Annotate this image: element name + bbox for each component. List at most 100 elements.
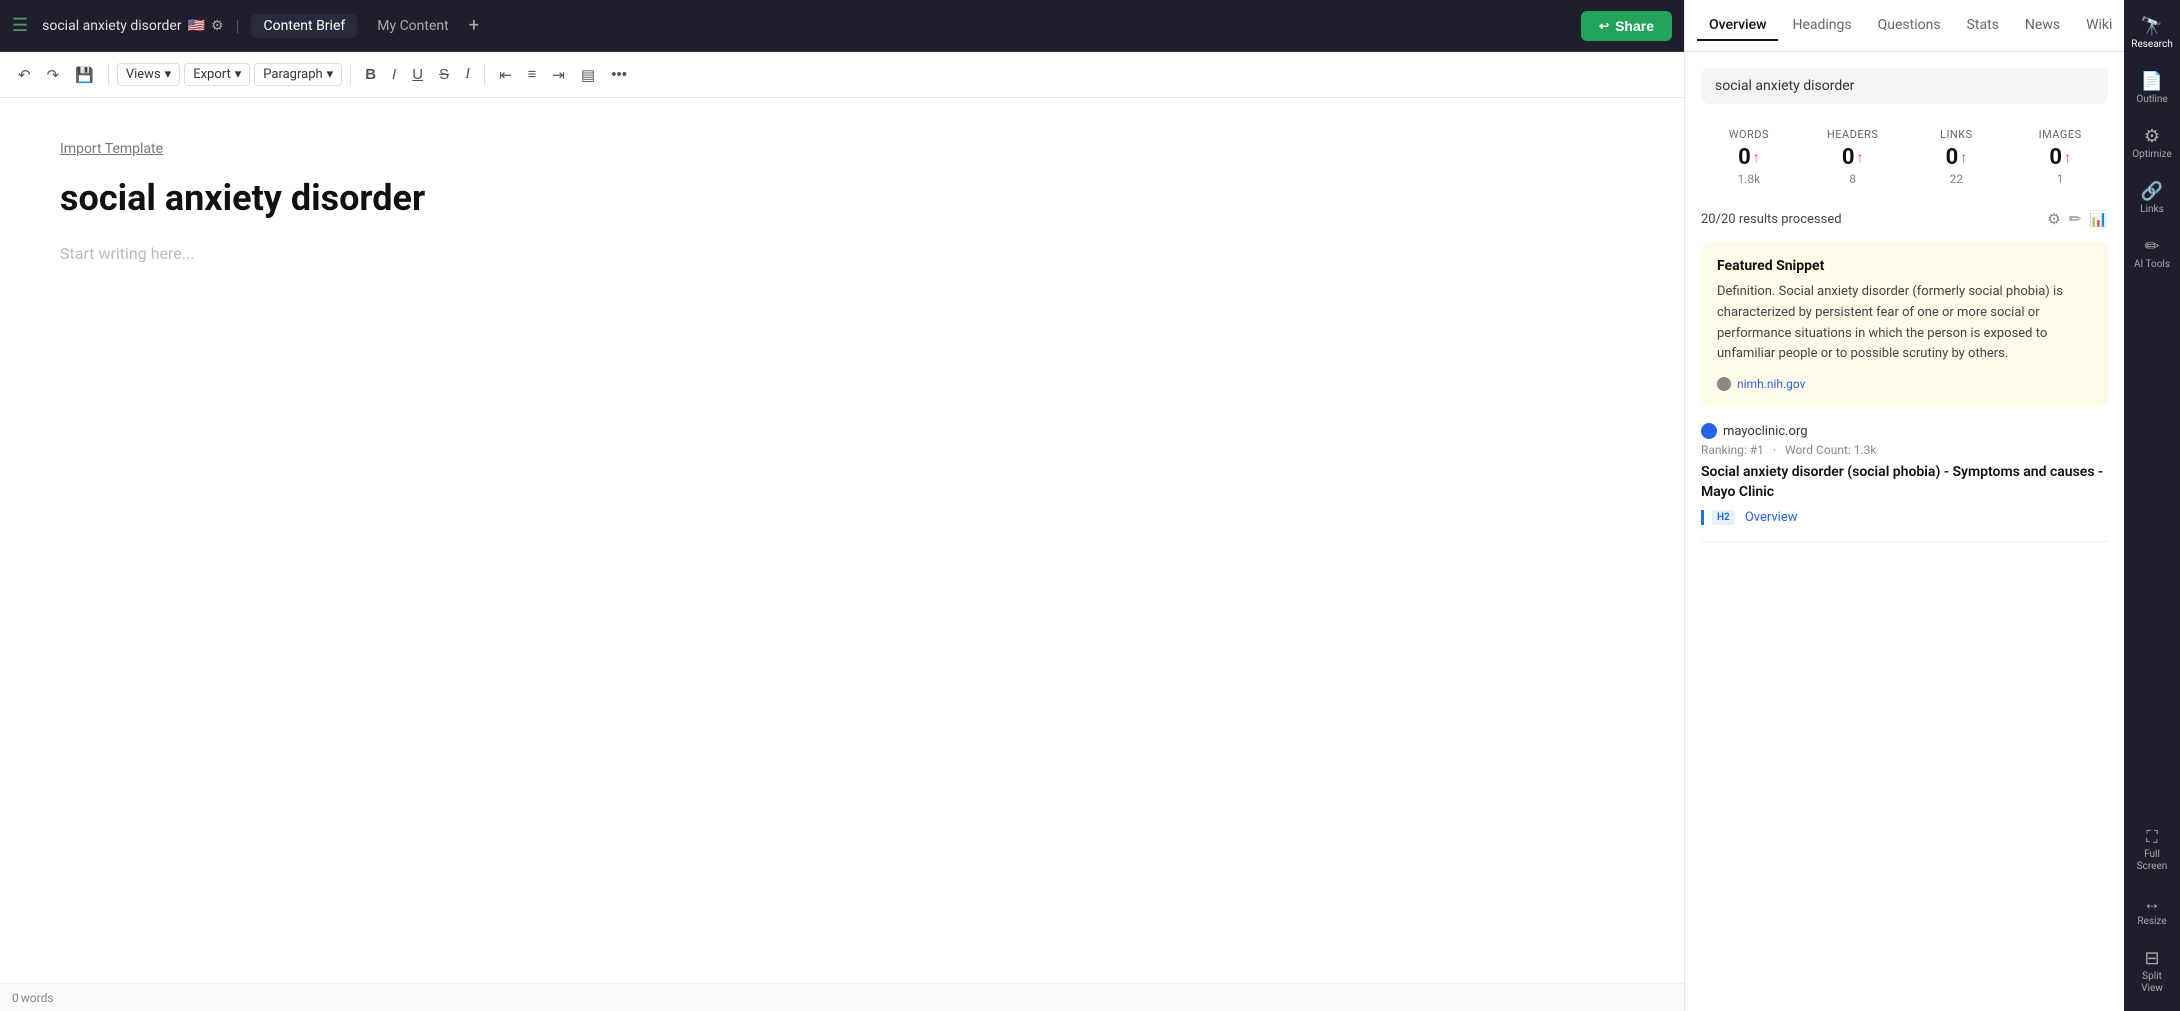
stat-images-value: 0 ↑ [2020,145,2100,170]
stat-words-arrow: ↑ [1753,149,1760,166]
stat-words: WORDS 0 ↑ 1.8k [1701,120,1797,194]
snippet-title: Featured Snippet [1717,258,2092,274]
add-tab-button[interactable]: + [469,15,479,36]
h2-badge: H2 [1712,510,1735,525]
tab-overview[interactable]: Overview [1697,11,1778,41]
italic-button[interactable]: I [386,62,402,87]
hamburger-icon[interactable]: ☰ [12,15,28,36]
import-template-link[interactable]: Import Template [60,141,163,157]
document-heading: social anxiety disorder [60,177,1624,220]
paragraph-select[interactable]: Views ▾ [117,63,180,86]
stat-headers-arrow: ↑ [1856,149,1863,166]
snippet-domain: nimh.nih.gov [1737,377,1805,391]
share-icon: ↩ [1599,19,1609,33]
redo-button[interactable]: ↷ [41,62,66,88]
stat-images-arrow: ↑ [2064,149,2071,166]
tab-wiki[interactable]: Wiki [2074,11,2124,41]
sidebar-fullscreen-label: Full Screen [2131,849,2173,873]
toolbar-separator-1 [108,65,109,85]
tab-headings[interactable]: Headings [1780,11,1863,41]
sidebar-item-optimize[interactable]: ⚙ Optimize [2127,118,2177,169]
stat-headers: HEADERS 0 ↑ 8 [1805,120,1901,194]
sidebar-resize-label: Resize [2137,916,2166,928]
export-select[interactable]: Export ▾ [184,63,250,86]
result-word-count: Word Count: 1.3k [1785,443,1876,457]
results-edit-icon[interactable]: ✏ [2069,210,2082,228]
result-title: Social anxiety disorder (social phobia) … [1701,463,2108,502]
results-chart-icon[interactable]: 📊 [2089,210,2108,228]
save-button[interactable]: 💾 [69,62,100,88]
stats-row: WORDS 0 ↑ 1.8k HEADERS 0 ↑ 8 LIN [1701,120,2108,194]
align-justify-button[interactable]: ▤ [575,62,601,88]
editor-status-bar: 0 words [0,983,1684,1011]
result-source: mayoclinic.org [1701,423,2108,439]
paragraph-select-format[interactable]: Paragraph ▾ [254,63,342,86]
research-search-bar[interactable]: social anxiety disorder [1701,68,2108,104]
result-meta: Ranking: #1 · Word Count: 1.3k [1701,443,2108,457]
app-container: ☰ social anxiety disorder 🇺🇸 ⚙ | Content… [0,0,2180,1011]
tab-content-brief[interactable]: Content Brief [251,14,357,38]
sidebar-item-fullscreen[interactable]: ⛶ Full Screen [2127,819,2177,881]
resize-icon: ↔ [2143,893,2161,914]
panel-content: social anxiety disorder WORDS 0 ↑ 1.8k H… [1685,52,2124,1011]
more-options-button[interactable]: ••• [605,62,633,87]
results-icons: ⚙ ✏ 📊 [2047,210,2108,228]
tab-questions[interactable]: Questions [1866,11,1953,41]
snippet-source[interactable]: nimh.nih.gov [1717,377,2092,391]
sidebar-item-outline[interactable]: 📄 Outline [2127,63,2177,114]
result-ranking: Ranking: #1 [1701,443,1764,457]
result-link[interactable]: H2 Overview [1712,510,2108,525]
sidebar-item-ai-tools[interactable]: ✏ AI Tools [2127,228,2177,279]
split-view-icon: ⊟ [2144,948,2159,969]
share-button[interactable]: ↩ Share [1581,11,1672,41]
align-center-button[interactable]: ≡ [522,62,543,87]
stat-images: IMAGES 0 ↑ 1 [2012,120,2108,194]
editor-content[interactable]: Import Template social anxiety disorder … [0,98,1684,983]
ai-tools-icon: ✏ [2144,236,2159,257]
result-domain: mayoclinic.org [1723,424,1808,439]
stat-words-label: WORDS [1709,128,1789,141]
sidebar-ai-label: AI Tools [2134,259,2170,271]
tab-divider: | [236,16,240,35]
stat-links-value: 0 ↑ [1917,145,1997,170]
stat-links-arrow: ↑ [1960,149,1967,166]
outline-icon: 📄 [2141,71,2163,92]
sidebar-outline-label: Outline [2136,94,2167,106]
stat-headers-label: HEADERS [1813,128,1893,141]
sidebar-optimize-label: Optimize [2132,149,2172,161]
doc-settings-icon[interactable]: ⚙ [211,18,224,34]
tab-my-content[interactable]: My Content [365,14,460,38]
results-bar: 20/20 results processed ⚙ ✏ 📊 [1701,210,2108,228]
align-right-button[interactable]: ⇥ [546,62,571,88]
sidebar-item-research[interactable]: 🔭 Research [2127,8,2177,59]
editor-toolbar: ↶ ↷ 💾 Views ▾ Export ▾ Paragraph ▾ B I U… [0,52,1684,98]
top-bar: ☰ social anxiety disorder 🇺🇸 ⚙ | Content… [0,0,1684,52]
result-h2-row: H2 Overview [1701,510,2108,525]
research-icon: 🔭 [2141,16,2163,37]
sidebar-item-resize[interactable]: ↔ Resize [2127,885,2177,936]
stat-words-value: 0 ↑ [1709,145,1789,170]
editor-placeholder[interactable]: Start writing here... [60,244,1624,263]
align-left-button[interactable]: ⇤ [493,62,518,88]
stat-links: LINKS 0 ↑ 22 [1909,120,2005,194]
sidebar-item-split-view[interactable]: ⊟ Split View [2127,940,2177,1003]
tab-stats[interactable]: Stats [1955,11,2011,41]
doc-title-text: social anxiety disorder [42,18,181,34]
tab-news[interactable]: News [2013,11,2072,41]
result-item: mayoclinic.org Ranking: #1 · Word Count:… [1701,423,2108,542]
sidebar-split-label: Split View [2131,971,2173,995]
undo-button[interactable]: ↶ [12,62,37,88]
featured-snippet: Featured Snippet Definition. Social anxi… [1701,242,2108,407]
stat-headers-sub: 8 [1813,172,1893,186]
stat-images-sub: 1 [2020,172,2100,186]
results-processed-text: 20/20 results processed [1701,212,1842,227]
results-settings-icon[interactable]: ⚙ [2047,210,2060,228]
sidebar-item-links[interactable]: 🔗 Links [2127,173,2177,224]
strikethrough-button[interactable]: S [433,62,455,87]
stat-headers-value: 0 ↑ [1813,145,1893,170]
flag-icon: 🇺🇸 [188,18,205,34]
word-count: 0 [12,991,19,1005]
bold-button[interactable]: B [359,62,382,87]
underline-button[interactable]: U [406,62,429,87]
italic-alt-button[interactable]: I [459,62,476,87]
